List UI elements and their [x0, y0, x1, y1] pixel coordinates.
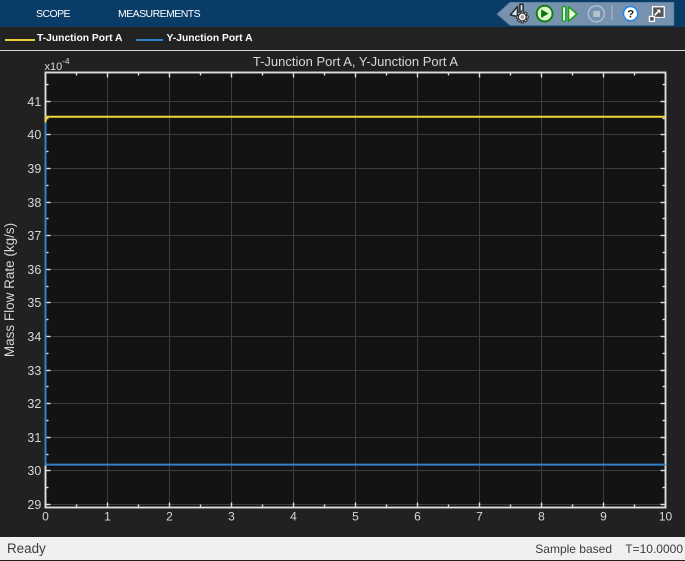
svg-text:41: 41	[27, 95, 41, 109]
svg-text:38: 38	[27, 196, 41, 210]
svg-text:39: 39	[27, 162, 41, 176]
svg-text:0: 0	[42, 510, 49, 524]
svg-text:33: 33	[27, 364, 41, 378]
svg-text:40: 40	[27, 128, 41, 142]
svg-text:x10: x10	[45, 61, 63, 73]
svg-text:4: 4	[290, 510, 297, 524]
svg-text:6: 6	[414, 510, 421, 524]
svg-text:10: 10	[659, 510, 673, 524]
svg-text:29: 29	[27, 498, 41, 512]
svg-text:8: 8	[538, 510, 545, 524]
svg-text:1: 1	[104, 510, 111, 524]
svg-text:5: 5	[352, 510, 359, 524]
svg-text:-4: -4	[62, 56, 70, 66]
svg-text:2: 2	[166, 510, 173, 524]
svg-text:T-Junction Port A, Y-Junction: T-Junction Port A, Y-Junction Port A	[253, 54, 459, 69]
svg-text:31: 31	[27, 431, 41, 445]
svg-text:9: 9	[600, 510, 607, 524]
svg-text:36: 36	[27, 263, 41, 277]
svg-text:30: 30	[27, 464, 41, 478]
svg-text:37: 37	[27, 229, 41, 243]
svg-text:3: 3	[228, 510, 235, 524]
svg-text:32: 32	[27, 397, 41, 411]
svg-text:35: 35	[27, 296, 41, 310]
svg-text:Mass Flow Rate (kg/s): Mass Flow Rate (kg/s)	[2, 223, 17, 357]
svg-text:?: ?	[627, 9, 634, 21]
svg-text:34: 34	[27, 330, 41, 344]
svg-text:7: 7	[476, 510, 483, 524]
